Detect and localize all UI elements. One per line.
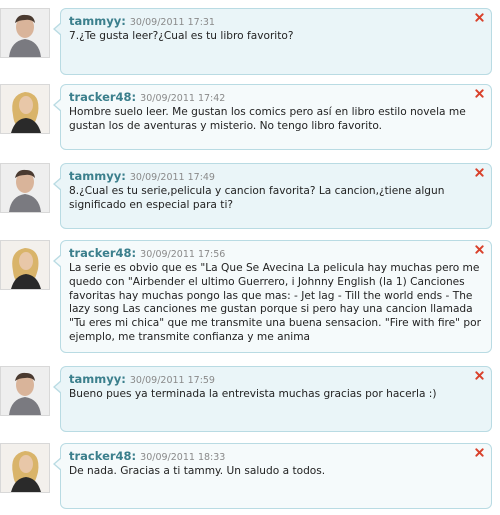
comment-bubble: tammyy: 30/09/2011 17:59 Bueno pues ya te… — [53, 366, 492, 432]
comment-date: 30/09/2011 17:42 — [140, 93, 226, 104]
comment-username[interactable]: tracker48: — [69, 90, 136, 104]
comment-text: La serie es obvio que es "La Que Se Avec… — [69, 262, 481, 343]
female-user-avatar[interactable] — [0, 443, 50, 493]
comment-date: 30/09/2011 17:56 — [140, 249, 226, 260]
comment-date: 30/09/2011 18:33 — [140, 452, 226, 463]
comment-bubble: tracker48: 30/09/2011 17:42 Hombre suelo … — [53, 84, 492, 150]
comment-bubble: tammyy: 30/09/2011 17:49 8.¿Cual es tu se… — [53, 163, 492, 229]
close-icon[interactable] — [475, 245, 484, 254]
comment-date: 30/09/2011 17:49 — [129, 172, 215, 183]
comment-text: Bueno pues ya terminada la entrevista mu… — [69, 388, 437, 400]
female-user-avatar[interactable] — [0, 84, 50, 134]
comment-header: tracker48: 30/09/2011 18:33 — [69, 447, 483, 463]
comment-bubble: tracker48: 30/09/2011 18:33 De nada. Grac… — [53, 443, 492, 509]
male-user-avatar[interactable] — [0, 8, 50, 58]
male-user-avatar[interactable] — [0, 163, 50, 213]
comment-text: Hombre suelo leer. Me gustan los comics … — [69, 106, 466, 132]
comment-text: 7.¿Te gusta leer?¿Cual es tu libro favor… — [69, 30, 294, 42]
comment-date: 30/09/2011 17:31 — [129, 17, 215, 28]
close-icon[interactable] — [475, 89, 484, 98]
comment-header: tracker48: 30/09/2011 17:56 — [69, 244, 483, 260]
male-user-avatar[interactable] — [0, 366, 50, 416]
comment-username[interactable]: tracker48: — [69, 449, 136, 463]
close-icon[interactable] — [475, 448, 484, 457]
comment-header: tammyy: 30/09/2011 17:59 — [69, 370, 483, 386]
close-icon[interactable] — [475, 168, 484, 177]
comment-username[interactable]: tracker48: — [69, 246, 136, 260]
comment-bubble: tammyy: 30/09/2011 17:31 7.¿Te gusta leer… — [53, 8, 492, 75]
close-icon[interactable] — [475, 13, 484, 22]
comment-date: 30/09/2011 17:59 — [129, 375, 215, 386]
comment-text: De nada. Gracias a ti tammy. Un saludo a… — [69, 465, 326, 477]
comment-header: tammyy: 30/09/2011 17:49 — [69, 167, 483, 183]
close-icon[interactable] — [475, 371, 484, 380]
female-user-avatar[interactable] — [0, 240, 50, 290]
comment-username[interactable]: tammyy: — [69, 169, 126, 183]
comment-header: tracker48: 30/09/2011 17:42 — [69, 88, 483, 104]
comment-username[interactable]: tammyy: — [69, 372, 126, 386]
comment-text: 8.¿Cual es tu serie,pelicula y cancion f… — [69, 185, 445, 211]
comment-username[interactable]: tammyy: — [69, 14, 126, 28]
comment-bubble: tracker48: 30/09/2011 17:56 La serie es o… — [53, 240, 492, 353]
comment-header: tammyy: 30/09/2011 17:31 — [69, 12, 483, 28]
